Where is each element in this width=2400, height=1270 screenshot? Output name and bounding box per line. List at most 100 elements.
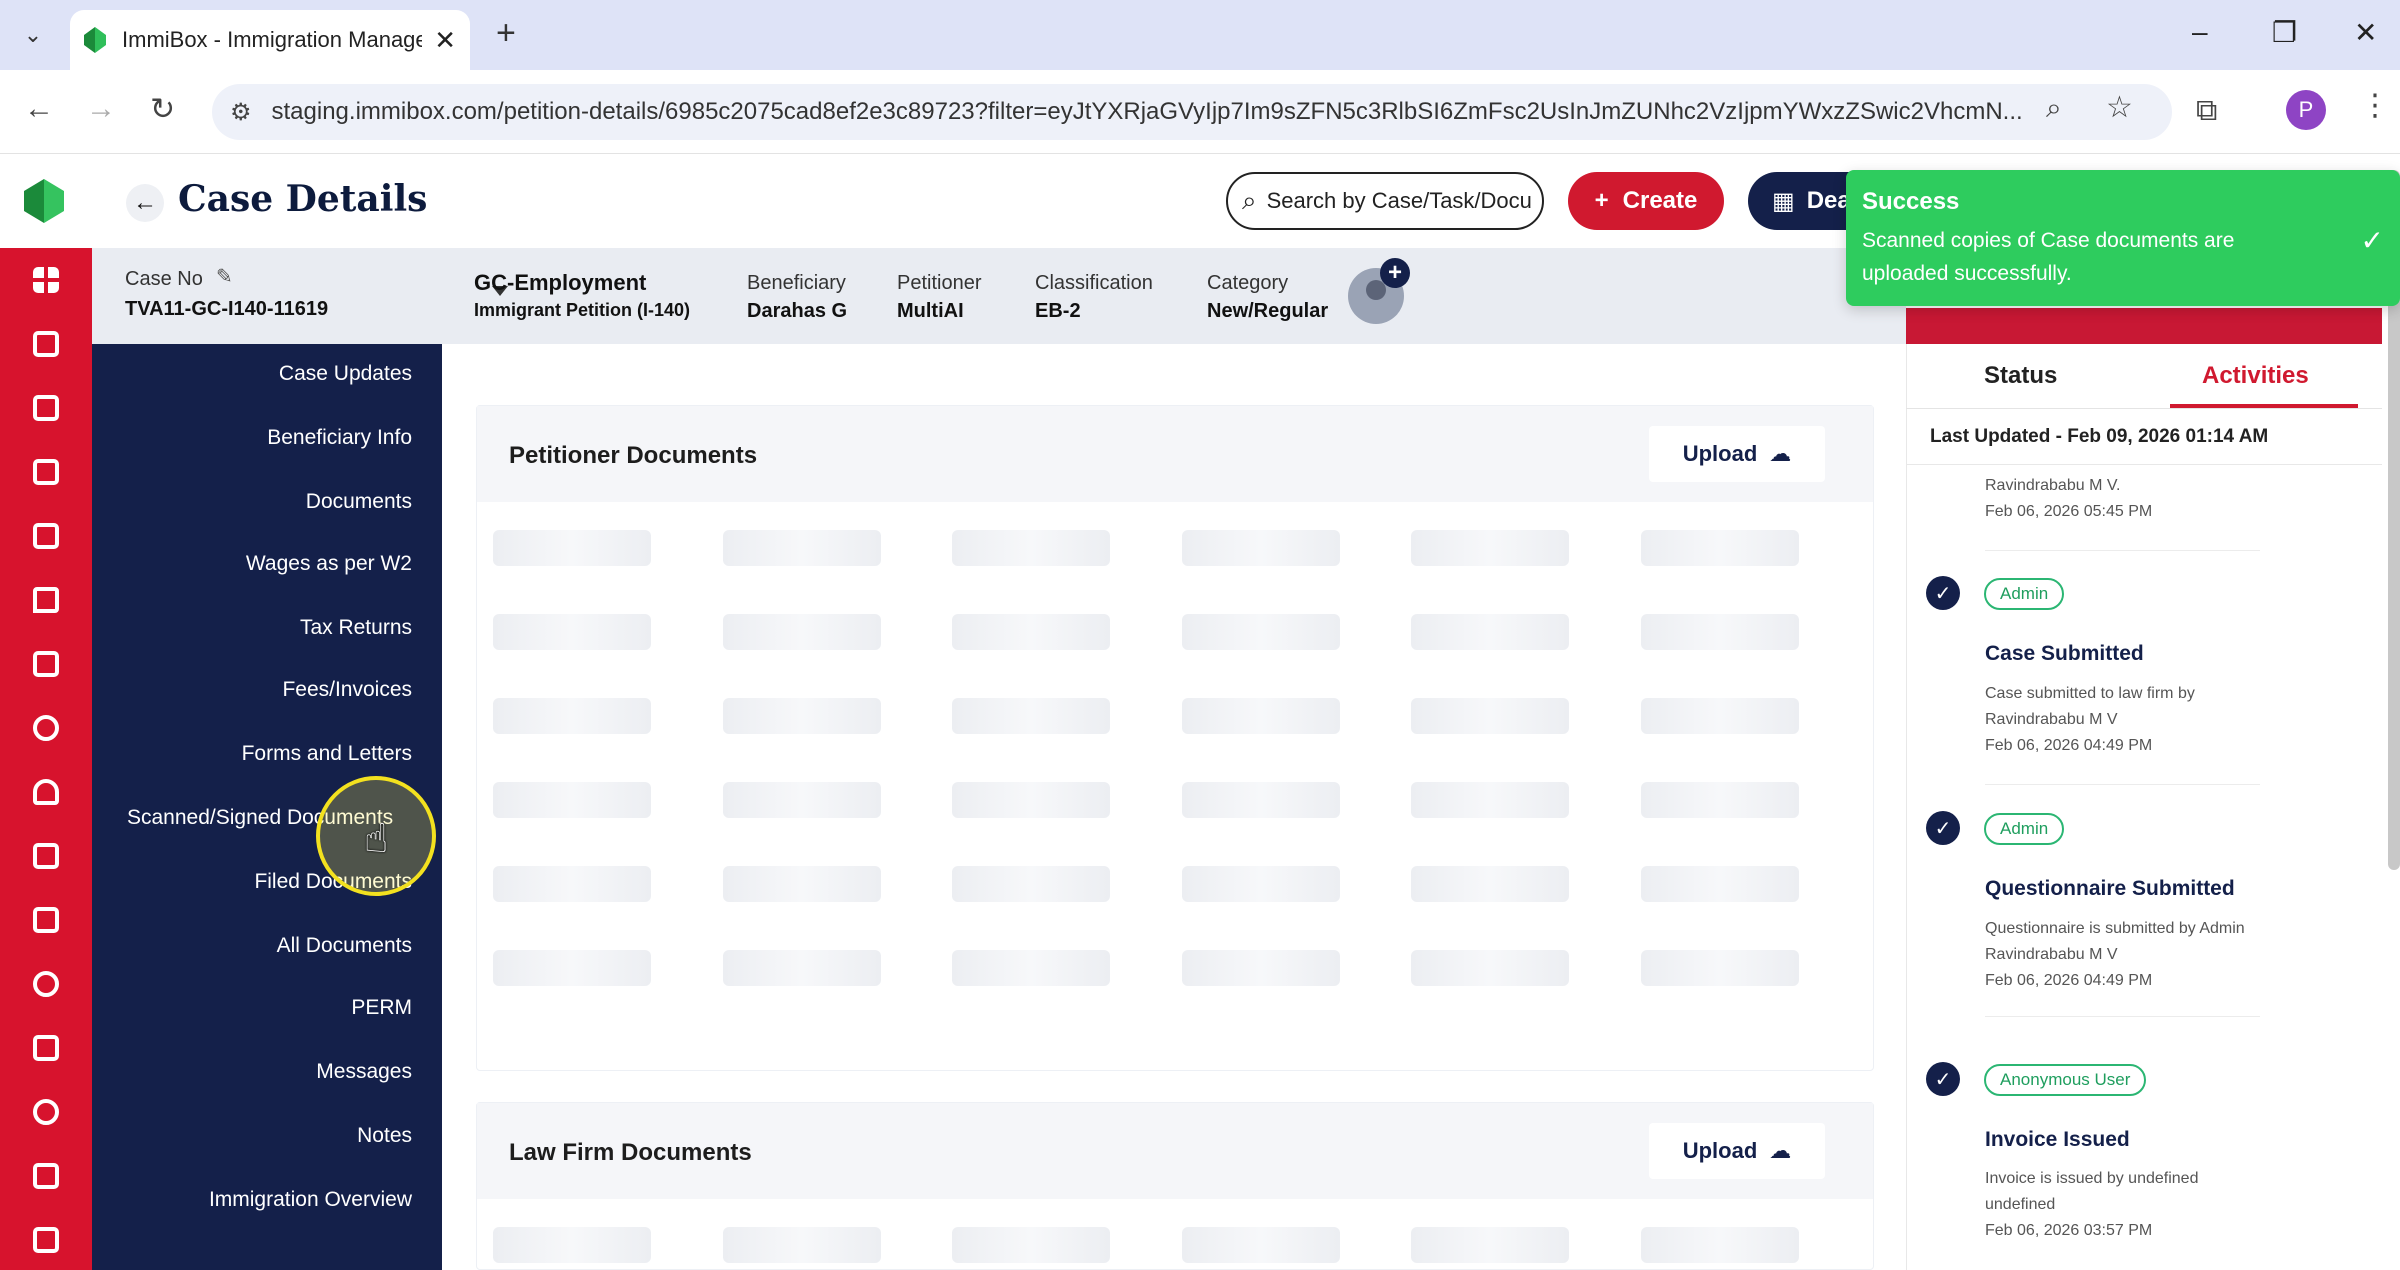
checkmark-icon[interactable]: ✓ xyxy=(2361,224,2384,257)
bookmark-star-icon[interactable]: ☆ xyxy=(2106,90,2133,125)
cases-icon[interactable] xyxy=(26,324,66,364)
card-header: Law Firm Documents Upload ☁ xyxy=(477,1103,1873,1199)
site-settings-icon[interactable]: ⚙ xyxy=(230,98,252,127)
calendar-rail-icon[interactable] xyxy=(26,452,66,492)
activity-line: Ravindrababu M V xyxy=(1985,946,2118,963)
activity-line: Case submitted to law firm by xyxy=(1985,685,2195,702)
schedule-icon[interactable] xyxy=(26,1220,66,1260)
zoom-icon[interactable]: ⌕ xyxy=(2046,92,2062,125)
tab-status[interactable]: Status xyxy=(1984,362,2057,390)
sidenav-item-immigration-overview[interactable]: Immigration Overview xyxy=(209,1188,412,1212)
success-toast[interactable]: Success Scanned copies of Case documents… xyxy=(1846,170,2400,306)
back-arrow-icon[interactable]: ← xyxy=(24,92,54,126)
folder-icon[interactable] xyxy=(26,836,66,876)
upload-button[interactable]: Upload ☁ xyxy=(1649,426,1825,482)
skeleton-placeholder xyxy=(1411,950,1569,986)
page-title: Case Details xyxy=(178,178,428,220)
sidenav-item-messages[interactable]: Messages xyxy=(316,1060,412,1084)
reload-icon[interactable]: ↻ xyxy=(150,92,175,127)
skeleton-placeholder xyxy=(723,1227,881,1263)
case-no-label: Case No xyxy=(125,268,203,290)
role-badge: Admin xyxy=(1984,578,2065,610)
tab-activities[interactable]: Activities xyxy=(2202,362,2309,390)
icon-rail xyxy=(0,248,92,1270)
browser-menu-icon[interactable]: ⋮ xyxy=(2360,88,2390,123)
activity-line: undefined xyxy=(1985,1196,2056,1213)
deadline-label: Dea xyxy=(1806,187,1851,214)
window-close-icon[interactable]: ✕ xyxy=(2354,16,2377,49)
skeleton-placeholder xyxy=(723,950,881,986)
profile-avatar[interactable]: P xyxy=(2286,90,2326,130)
skeleton-placeholder xyxy=(1411,1227,1569,1263)
skeleton-placeholder xyxy=(952,614,1110,650)
tab-close-icon[interactable]: ✕ xyxy=(434,25,456,56)
back-button[interactable]: ← xyxy=(126,184,164,222)
sidenav-item-case-updates[interactable]: Case Updates xyxy=(279,362,412,386)
activity-line: Ravindrababu M V xyxy=(1985,711,2118,728)
activity-title: Questionnaire Submitted xyxy=(1985,877,2235,900)
sidenav-item-notes[interactable]: Notes xyxy=(357,1124,412,1148)
card-header: Petitioner Documents Upload ☁ xyxy=(477,406,1873,502)
minimize-icon[interactable]: – xyxy=(2192,16,2208,48)
classification-label: Classification xyxy=(1035,272,1153,294)
sidenav-item-perm[interactable]: PERM xyxy=(351,996,412,1020)
skeleton-placeholder xyxy=(1411,866,1569,902)
sidenav-item-beneficiary-info[interactable]: Beneficiary Info xyxy=(267,426,412,450)
skeleton-placeholder xyxy=(493,614,651,650)
sidenav-item-fees-invoices[interactable]: Fees/Invoices xyxy=(282,678,412,702)
extensions-icon[interactable]: ⧉ xyxy=(2196,94,2217,128)
restore-icon[interactable]: ❐ xyxy=(2272,16,2297,49)
url-text[interactable]: staging.immibox.com/petition-details/698… xyxy=(272,98,2112,126)
sidenav-item-forms-letters[interactable]: Forms and Letters xyxy=(242,742,412,766)
new-tab-icon[interactable]: + xyxy=(496,14,516,53)
skeleton-placeholder xyxy=(493,1227,651,1263)
create-label: Create xyxy=(1622,187,1698,214)
clipboard-icon[interactable] xyxy=(26,644,66,684)
skeleton-placeholder xyxy=(723,866,881,902)
edit-document-icon[interactable] xyxy=(26,1156,66,1196)
beneficiary-label: Beneficiary xyxy=(747,272,846,294)
document-icon[interactable] xyxy=(26,1028,66,1068)
calendar-icon: ▦ xyxy=(1772,187,1795,215)
browser-tab[interactable]: ImmiBox - Immigration Manage ✕ xyxy=(70,10,470,70)
browser-address-bar: ← → ↻ ⚙ staging.immibox.com/petition-det… xyxy=(0,70,2400,154)
skeleton-placeholder xyxy=(1182,530,1340,566)
category-label: Category xyxy=(1207,272,1289,294)
sidenav-item-wages[interactable]: Wages as per W2 xyxy=(246,552,412,576)
skeleton-placeholder xyxy=(1182,698,1340,734)
edit-pencil-icon[interactable]: ✎ xyxy=(216,264,233,289)
sidenav-item-documents[interactable]: Documents xyxy=(306,490,412,514)
reports-icon[interactable] xyxy=(26,388,66,428)
skeleton-placeholder xyxy=(493,866,651,902)
dashboard-icon[interactable] xyxy=(26,260,66,300)
activity-line: Invoice is issued by undefined xyxy=(1985,1170,2199,1187)
contact-icon[interactable] xyxy=(26,964,66,1004)
plus-icon: + xyxy=(1594,187,1609,214)
upload-label: Upload xyxy=(1682,441,1758,466)
add-assignee-icon[interactable]: + xyxy=(1380,258,1410,288)
skeleton-placeholder xyxy=(1641,1227,1799,1263)
team-icon[interactable] xyxy=(26,1092,66,1132)
person-icon[interactable] xyxy=(26,772,66,812)
category-value: New/Regular xyxy=(1207,300,1329,322)
message-icon[interactable] xyxy=(26,900,66,940)
forward-arrow-icon[interactable]: → xyxy=(86,92,116,126)
url-bar[interactable]: ⚙ staging.immibox.com/petition-details/6… xyxy=(212,84,2172,140)
skeleton-placeholder xyxy=(1641,614,1799,650)
sidenav-item-all-documents[interactable]: All Documents xyxy=(277,934,412,958)
upload-button[interactable]: Upload ☁ xyxy=(1649,1123,1825,1179)
immibox-favicon-icon xyxy=(84,27,106,53)
search-placeholder: Search by Case/Task/Docu xyxy=(1266,188,1532,213)
sidenav-item-tax-returns[interactable]: Tax Returns xyxy=(300,616,412,640)
search-input[interactable]: ⌕ Search by Case/Task/Docu xyxy=(1226,172,1544,230)
create-button[interactable]: + Create xyxy=(1568,172,1724,230)
skeleton-placeholder xyxy=(952,698,1110,734)
user-icon[interactable] xyxy=(26,708,66,748)
chat-icon[interactable] xyxy=(26,580,66,620)
case-type: GC-Employment xyxy=(474,270,647,295)
tab-search-icon[interactable]: ⌄ xyxy=(12,14,54,56)
skeleton-placeholder xyxy=(952,866,1110,902)
skeleton-placeholder xyxy=(493,530,651,566)
immibox-logo-icon[interactable] xyxy=(24,179,64,223)
checklist-icon[interactable] xyxy=(26,516,66,556)
